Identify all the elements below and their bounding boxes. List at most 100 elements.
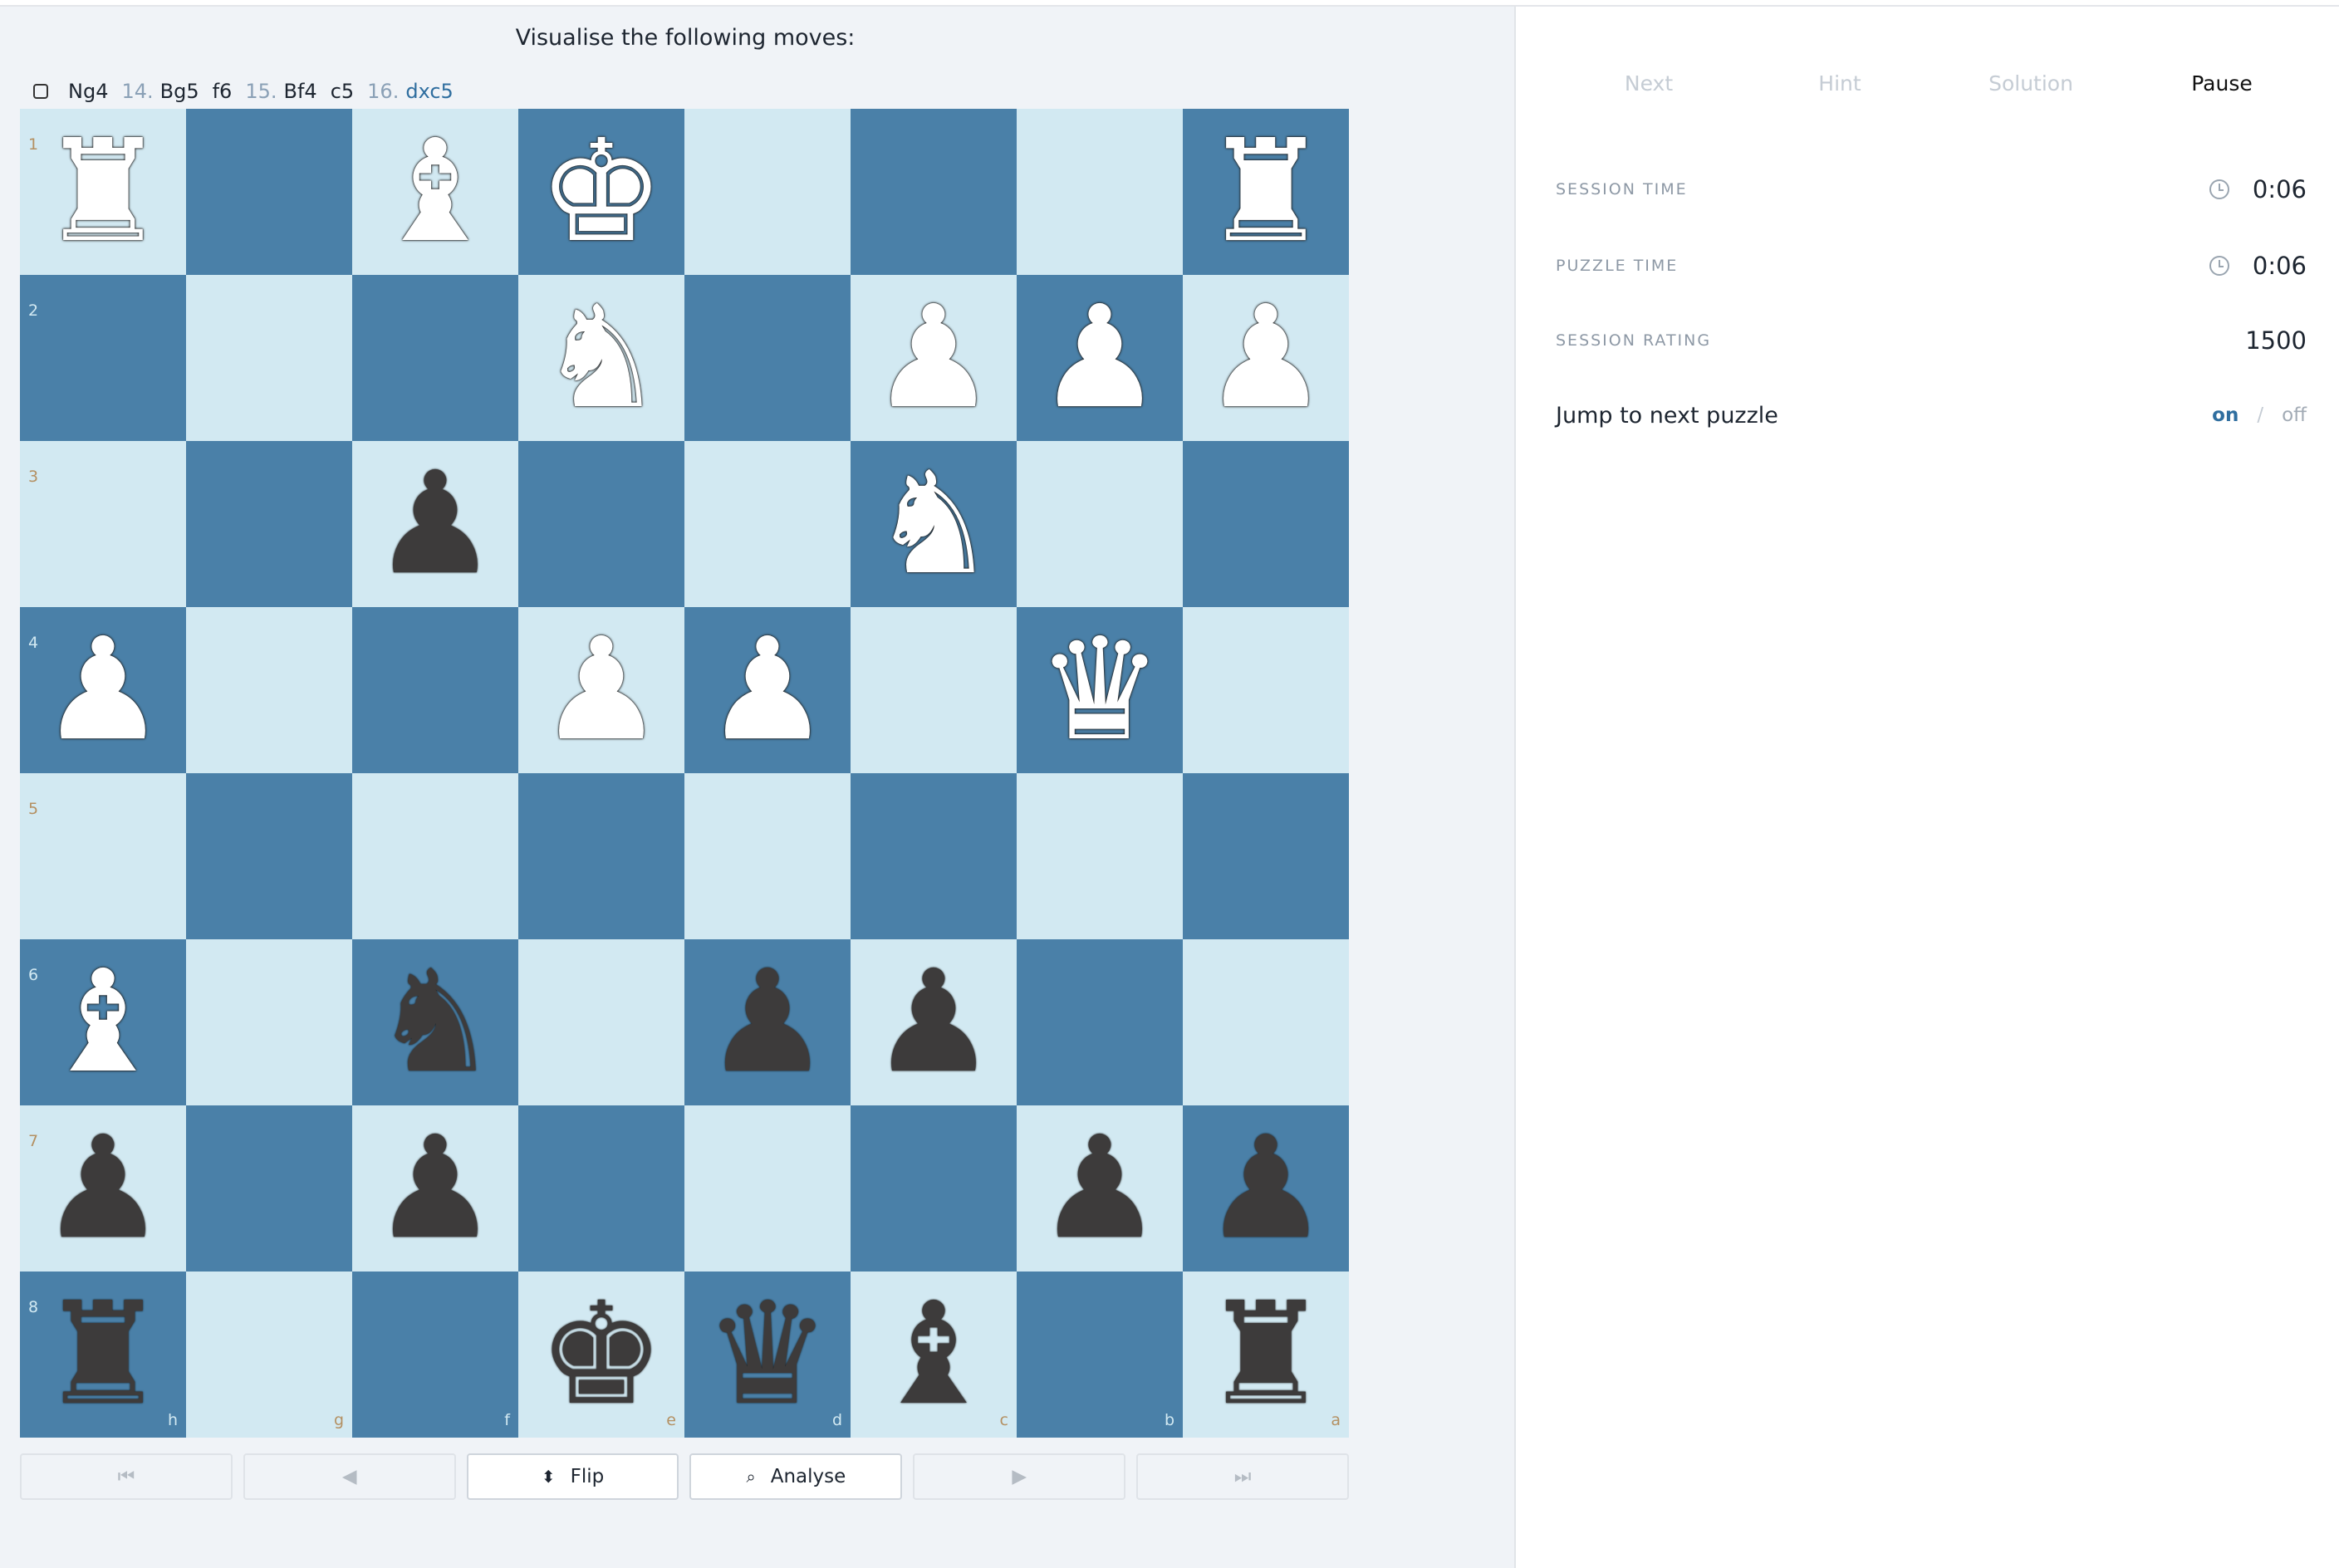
white-pawn-icon[interactable]: ♟ <box>1017 275 1183 441</box>
black-pawn-icon[interactable]: ♟ <box>684 939 851 1105</box>
white-bishop-icon[interactable]: ♝ <box>20 939 186 1105</box>
square-c6[interactable]: ♟ <box>851 939 1017 1105</box>
square-f2[interactable] <box>352 275 518 441</box>
black-pawn-icon[interactable]: ♟ <box>352 1105 518 1272</box>
square-b1[interactable] <box>1017 109 1183 275</box>
square-d4[interactable]: ♟ <box>684 607 851 773</box>
square-h6[interactable]: 6 ♝ <box>20 939 186 1105</box>
previous-move-button[interactable]: ◀ <box>243 1453 456 1500</box>
white-knight-icon[interactable]: ♞ <box>851 441 1017 607</box>
black-queen-icon[interactable]: ♛ <box>684 1272 851 1438</box>
square-e5[interactable] <box>518 773 684 939</box>
black-king-icon[interactable]: ♚ <box>518 1272 684 1438</box>
square-f6[interactable]: ♞ <box>352 939 518 1105</box>
white-pawn-icon[interactable]: ♟ <box>518 607 684 773</box>
white-pawn-icon[interactable]: ♟ <box>20 607 186 773</box>
square-d8[interactable]: d ♛ <box>684 1272 851 1438</box>
square-a3[interactable] <box>1183 441 1349 607</box>
white-bishop-icon[interactable]: ♝ <box>352 109 518 275</box>
next-button[interactable]: Next <box>1553 71 1744 105</box>
square-a7[interactable]: ♟ <box>1183 1105 1349 1272</box>
square-g7[interactable] <box>186 1105 352 1272</box>
square-f7[interactable]: ♟ <box>352 1105 518 1272</box>
square-e4[interactable]: ♟ <box>518 607 684 773</box>
square-b7[interactable]: ♟ <box>1017 1105 1183 1272</box>
white-rook-icon[interactable]: ♜ <box>20 109 186 275</box>
square-e8[interactable]: e ♚ <box>518 1272 684 1438</box>
black-pawn-icon[interactable]: ♟ <box>851 939 1017 1105</box>
flip-button[interactable]: ⬍ Flip <box>466 1453 679 1500</box>
square-a6[interactable] <box>1183 939 1349 1105</box>
square-h2[interactable]: 2 <box>20 275 186 441</box>
square-g4[interactable] <box>186 607 352 773</box>
square-h3[interactable]: 3 <box>20 441 186 607</box>
square-c2[interactable]: ♟ <box>851 275 1017 441</box>
square-c1[interactable] <box>851 109 1017 275</box>
square-g8[interactable]: g <box>186 1272 352 1438</box>
white-queen-icon[interactable]: ♛ <box>1017 607 1183 773</box>
square-b4[interactable]: ♛ <box>1017 607 1183 773</box>
black-bishop-icon[interactable]: ♝ <box>851 1272 1017 1438</box>
white-king-icon[interactable]: ♚ <box>518 109 684 275</box>
square-e7[interactable] <box>518 1105 684 1272</box>
black-pawn-icon[interactable]: ♟ <box>1183 1105 1349 1272</box>
white-rook-icon[interactable]: ♜ <box>1183 109 1349 275</box>
square-b5[interactable] <box>1017 773 1183 939</box>
analyse-button[interactable]: ⌕ Analyse <box>689 1453 903 1500</box>
square-e1[interactable]: ♚ <box>518 109 684 275</box>
next-move-button[interactable]: ▶ <box>913 1453 1126 1500</box>
chess-board[interactable]: 1 ♜ ♝ ♚ ♜ 2 ♞ ♟ ♟ ♟ 3 ♟ ♞ 4 ♟ ♟ ♟ ♛ 5 6 ♝ ♞ ♟ ♟ 7 ♟ ♟ ♟ ♟ 8 h ♜ g f e ♚ d ♛ c ♝… <box>20 109 1349 1438</box>
solution-button[interactable]: Solution <box>1935 71 2126 105</box>
square-h7[interactable]: 7 ♟ <box>20 1105 186 1272</box>
square-f1[interactable]: ♝ <box>352 109 518 275</box>
pause-button[interactable]: Pause <box>2126 71 2317 105</box>
moves-checkbox[interactable] <box>33 84 48 99</box>
square-d3[interactable] <box>684 441 851 607</box>
square-c4[interactable] <box>851 607 1017 773</box>
square-h5[interactable]: 5 <box>20 773 186 939</box>
black-rook-icon[interactable]: ♜ <box>20 1272 186 1438</box>
square-e2[interactable]: ♞ <box>518 275 684 441</box>
black-pawn-icon[interactable]: ♟ <box>352 441 518 607</box>
square-h8[interactable]: 8 h ♜ <box>20 1272 186 1438</box>
square-b3[interactable] <box>1017 441 1183 607</box>
square-b8[interactable]: b <box>1017 1272 1183 1438</box>
square-g5[interactable] <box>186 773 352 939</box>
square-a2[interactable]: ♟ <box>1183 275 1349 441</box>
square-a4[interactable] <box>1183 607 1349 773</box>
square-b2[interactable]: ♟ <box>1017 275 1183 441</box>
square-g3[interactable] <box>186 441 352 607</box>
square-d2[interactable] <box>684 275 851 441</box>
square-b6[interactable] <box>1017 939 1183 1105</box>
black-pawn-icon[interactable]: ♟ <box>1017 1105 1183 1272</box>
square-a5[interactable] <box>1183 773 1349 939</box>
toggle-off[interactable]: off <box>2282 404 2307 426</box>
square-a8[interactable]: a ♜ <box>1183 1272 1349 1438</box>
square-g2[interactable] <box>186 275 352 441</box>
square-h1[interactable]: 1 ♜ <box>20 109 186 275</box>
last-move-button[interactable]: ⏭ <box>1136 1453 1349 1500</box>
square-e6[interactable] <box>518 939 684 1105</box>
square-c5[interactable] <box>851 773 1017 939</box>
square-d5[interactable] <box>684 773 851 939</box>
hint-button[interactable]: Hint <box>1744 71 1935 105</box>
square-d6[interactable]: ♟ <box>684 939 851 1105</box>
first-move-button[interactable]: ⏮ <box>20 1453 233 1500</box>
square-c3[interactable]: ♞ <box>851 441 1017 607</box>
white-knight-icon[interactable]: ♞ <box>518 275 684 441</box>
square-f8[interactable]: f <box>352 1272 518 1438</box>
square-g6[interactable] <box>186 939 352 1105</box>
square-e3[interactable] <box>518 441 684 607</box>
square-a1[interactable]: ♜ <box>1183 109 1349 275</box>
square-c8[interactable]: c ♝ <box>851 1272 1017 1438</box>
square-d1[interactable] <box>684 109 851 275</box>
square-h4[interactable]: 4 ♟ <box>20 607 186 773</box>
square-f3[interactable]: ♟ <box>352 441 518 607</box>
square-g1[interactable] <box>186 109 352 275</box>
square-f5[interactable] <box>352 773 518 939</box>
black-pawn-icon[interactable]: ♟ <box>20 1105 186 1272</box>
square-d7[interactable] <box>684 1105 851 1272</box>
white-pawn-icon[interactable]: ♟ <box>851 275 1017 441</box>
black-knight-icon[interactable]: ♞ <box>352 939 518 1105</box>
toggle-on[interactable]: on <box>2212 404 2238 426</box>
